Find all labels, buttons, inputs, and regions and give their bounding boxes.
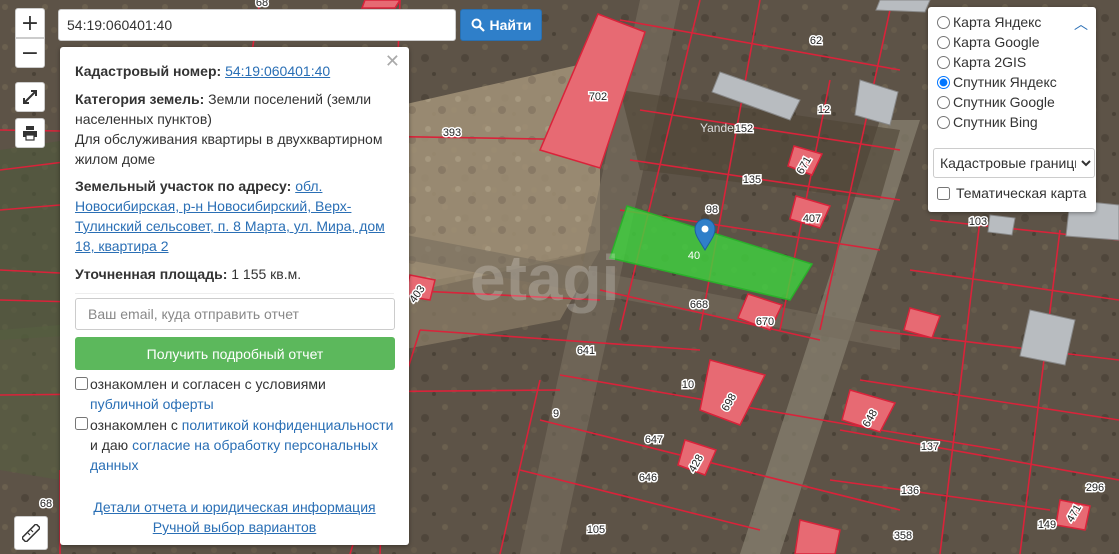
land-usage: Для обслуживания квартиры в двухквартирн… (75, 131, 383, 147)
privacy-consent-label-2: и даю (90, 437, 133, 453)
parcel-number-label: 135 (743, 174, 761, 186)
report-details-link[interactable]: Детали отчета и юридическая информация (93, 499, 375, 515)
fullscreen-button[interactable] (15, 82, 45, 112)
manual-selection-link[interactable]: Ручной выбор вариантов (153, 519, 317, 535)
cadastral-search-input[interactable] (58, 9, 456, 41)
layer-option[interactable]: Спутник Google (937, 92, 1055, 112)
print-button[interactable] (15, 118, 45, 148)
parcel-number-label: 68 (256, 0, 268, 9)
area-label: Уточненная площадь: (75, 266, 228, 282)
land-category-value-cont: населенных пунктов) (75, 111, 212, 127)
layer-option[interactable]: Карта Google (937, 32, 1040, 52)
search-button[interactable]: Найти (460, 9, 542, 41)
layer-option-label: Карта 2GIS (953, 54, 1027, 70)
layer-option[interactable]: Спутник Bing (937, 112, 1038, 132)
layer-radio[interactable] (937, 35, 950, 49)
thematic-map-label: Тематическая карта (956, 185, 1087, 201)
zoom-in-button[interactable]: + (15, 8, 45, 38)
parcel-number-label: 149 (1038, 519, 1056, 531)
layer-radio[interactable] (937, 15, 950, 29)
land-category-value: Земли поселений (земли (204, 91, 372, 107)
parcel-number-label: 9 (553, 408, 559, 420)
get-report-button[interactable]: Получить подробный отчет (75, 337, 395, 370)
parcel-number-label: 702 (589, 91, 607, 103)
ruler-icon (22, 524, 40, 542)
land-usage-cont: жилом доме (75, 151, 156, 167)
parcel-number-label: 12 (818, 104, 830, 116)
privacy-consent-text: ознакомлен с политикой конфиденциальност… (90, 415, 400, 475)
parcel-address: Земельный участок по адресу: обл. Новоси… (75, 176, 400, 256)
layer-option-label: Спутник Google (953, 94, 1055, 110)
thematic-map-toggle[interactable]: Тематическая карта (937, 183, 1086, 203)
layer-radio[interactable] (937, 95, 950, 109)
parcel-number-label: 407 (803, 213, 821, 225)
zoom-out-button[interactable]: − (15, 38, 45, 68)
selected-parcel-label: 40 (688, 250, 700, 262)
address-link-2[interactable]: Новосибирская, р-н Новосибирский, Верх- (75, 198, 351, 214)
divider (75, 293, 394, 294)
parcel-number-label: 136 (901, 485, 919, 497)
overlay-layer-select[interactable]: Кадастровые границы (933, 148, 1095, 178)
chevron-up-icon[interactable]: ︿ (1074, 14, 1088, 34)
personal-data-consent-link[interactable]: согласие на обработку персональных (132, 437, 378, 453)
land-category-label: Категория земель: (75, 91, 205, 107)
parcel-number-label: 62 (810, 35, 822, 47)
parcel-number-label: 98 (706, 204, 718, 216)
layer-radio[interactable] (937, 75, 950, 89)
parcel-number-label: 668 (690, 299, 708, 311)
report-links: Детали отчета и юридическая информация Р… (60, 497, 409, 537)
public-offer-link[interactable]: публичной оферты (90, 396, 214, 412)
layer-option-label: Карта Яндекс (953, 14, 1042, 30)
parcel-number-label: 152 (735, 123, 753, 135)
parcel-number-label: 137 (921, 441, 939, 453)
cadastral-number-row: Кадастровый номер: 54:19:060401:40 (75, 61, 400, 81)
parcel-info-panel: ✕ Кадастровый номер: 54:19:060401:40 Кат… (60, 47, 409, 545)
layer-option[interactable]: Карта Яндекс (937, 12, 1041, 32)
thematic-map-checkbox[interactable] (937, 186, 950, 200)
parcel-number-label: 393 (443, 127, 461, 139)
parcel-number-label: 10 (682, 379, 694, 391)
address-link-4[interactable]: 18, квартира 2 (75, 238, 169, 254)
parcel-number-label: 296 (1086, 482, 1104, 494)
search-icon (471, 18, 485, 32)
offer-consent-checkbox[interactable] (75, 377, 88, 390)
map-layer-panel: ︿ Карта Яндекс Карта Google Карта 2GIS Спут… (928, 7, 1096, 212)
printer-icon (23, 126, 37, 141)
search-button-label: Найти (489, 17, 532, 33)
ruler-button[interactable] (14, 516, 48, 550)
parcel-number-label: 105 (587, 524, 605, 536)
parcel-number-label: 670 (756, 316, 774, 328)
cadastral-number-link[interactable]: 54:19:060401:40 (225, 63, 330, 79)
parcel-area: Уточненная площадь: 1 155 кв.м. (75, 264, 400, 284)
privacy-consent-checkbox[interactable] (75, 417, 88, 430)
parcel-number-label: 646 (639, 472, 657, 484)
etagi-watermark: etagi (470, 242, 619, 314)
privacy-consent-label: ознакомлен с (90, 417, 182, 433)
cadastral-number-label: Кадастровый номер: (75, 63, 222, 79)
layer-option[interactable]: Карта 2GIS (937, 52, 1026, 72)
email-input[interactable] (75, 298, 395, 330)
layer-radio[interactable] (937, 55, 950, 69)
parcel-number-label: 647 (645, 434, 663, 446)
personal-data-consent-link-2[interactable]: данных (90, 457, 138, 473)
address-link-3[interactable]: Тулинский сельсовет, п. 8 Марта, ул. Мир… (75, 218, 385, 234)
parcel-number-label: 103 (969, 216, 987, 228)
layer-option-label: Карта Google (953, 34, 1040, 50)
layer-option-label: Спутник Яндекс (953, 74, 1057, 90)
layer-option[interactable]: Спутник Яндекс (937, 72, 1057, 92)
area-value: 1 155 кв.м. (227, 266, 302, 282)
land-category: Категория земель: Земли поселений (земли… (75, 89, 400, 169)
layer-radio[interactable] (937, 115, 950, 129)
address-link[interactable]: обл. (295, 178, 322, 194)
layer-option-label: Спутник Bing (953, 114, 1038, 130)
address-label: Земельный участок по адресу: (75, 178, 292, 194)
parcel-number-label: 68 (40, 498, 52, 510)
parcel-number-label: 358 (894, 530, 912, 542)
privacy-policy-link[interactable]: политикой конфиденциальности (182, 417, 394, 433)
offer-consent-text: ознакомлен и согласен с условиями публич… (90, 374, 400, 414)
parcel-number-label: 641 (577, 345, 595, 357)
offer-consent-label: ознакомлен и согласен с условиями (90, 376, 326, 392)
expand-icon (23, 90, 37, 104)
